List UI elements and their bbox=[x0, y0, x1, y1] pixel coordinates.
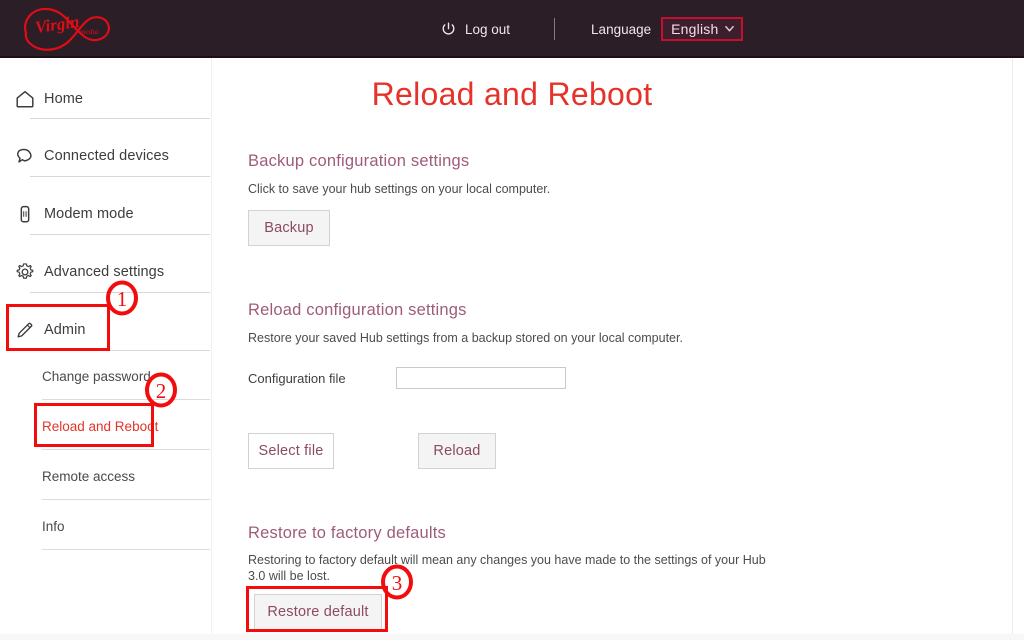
logout-label: Log out bbox=[465, 21, 511, 37]
page-bottom-edge bbox=[0, 634, 1024, 640]
section-text-backup: Click to save your hub settings on your … bbox=[248, 182, 551, 196]
language-select[interactable]: English bbox=[661, 17, 744, 41]
page-title: Reload and Reboot bbox=[371, 76, 653, 112]
backup-button[interactable]: Backup bbox=[248, 210, 330, 246]
sidebar-subitem-label: Info bbox=[42, 518, 65, 534]
gear-icon bbox=[12, 259, 38, 285]
sidebar-divider bbox=[30, 292, 210, 293]
sidebar-item-advanced-settings[interactable]: Advanced settings bbox=[12, 245, 210, 298]
section-heading-factory-defaults: Restore to factory defaults bbox=[248, 524, 446, 542]
sidebar-subitem-label: Change password bbox=[42, 368, 151, 384]
language-selected-value: English bbox=[671, 21, 719, 37]
page-right-edge bbox=[1012, 58, 1013, 640]
select-file-button[interactable]: Select file bbox=[248, 433, 334, 469]
section-heading-reload: Reload configuration settings bbox=[248, 301, 467, 319]
logout-button[interactable]: Log out bbox=[440, 21, 510, 38]
sidebar-subitem-info[interactable]: Info bbox=[42, 506, 210, 546]
modem-icon bbox=[12, 201, 38, 227]
pencil-icon bbox=[12, 317, 38, 343]
sidebar-item-label: Advanced settings bbox=[44, 263, 165, 280]
sidebar-divider bbox=[42, 499, 210, 500]
router-admin-page: Virgin media Log out Language English Ho… bbox=[0, 0, 1024, 640]
svg-text:Virgin: Virgin bbox=[34, 12, 81, 37]
sidebar-item-label: Connected devices bbox=[44, 147, 170, 164]
sidebar-item-label: Modem mode bbox=[44, 205, 134, 222]
header-divider bbox=[554, 18, 556, 40]
sidebar-subitem-label: Remote access bbox=[42, 468, 136, 484]
language-label: Language bbox=[591, 21, 652, 37]
connected-devices-icon bbox=[12, 143, 38, 169]
reload-button[interactable]: Reload bbox=[418, 433, 496, 469]
sidebar-item-label: Admin bbox=[44, 321, 86, 338]
sidebar-subitem-reload-and-reboot[interactable]: Reload and Reboot bbox=[42, 406, 210, 446]
sidebar-item-modem-mode[interactable]: Modem mode bbox=[12, 187, 210, 240]
section-text-reload: Restore your saved Hub settings from a b… bbox=[248, 331, 683, 345]
power-icon bbox=[442, 21, 455, 34]
sidebar-item-admin[interactable]: Admin bbox=[12, 303, 210, 356]
restore-default-button[interactable]: Restore default bbox=[254, 594, 382, 630]
virgin-media-logo[interactable]: Virgin media bbox=[18, 2, 123, 56]
sidebar-divider bbox=[42, 549, 210, 550]
sidebar-divider bbox=[30, 118, 210, 119]
sidebar-subitem-label: Reload and Reboot bbox=[42, 418, 159, 434]
header-controls: Log out Language English bbox=[440, 0, 744, 58]
sidebar-subitem-change-password[interactable]: Change password bbox=[42, 356, 210, 396]
main-content: Reload and Reboot Backup configuration s… bbox=[212, 58, 1024, 640]
virgin-media-logo-icon: Virgin media bbox=[24, 7, 110, 51]
sidebar-item-label: Home bbox=[44, 90, 84, 107]
sidebar-subitem-remote-access[interactable]: Remote access bbox=[42, 456, 210, 496]
sidebar-divider bbox=[42, 399, 210, 400]
top-header: Virgin media Log out Language English bbox=[0, 0, 1024, 58]
sidebar-divider bbox=[30, 176, 210, 177]
sidebar-divider bbox=[30, 234, 210, 235]
svg-text:media: media bbox=[80, 27, 99, 36]
sidebar-nav: Home Connected devices Modem mode Advanc… bbox=[0, 58, 212, 640]
section-text-factory-defaults: Restoring to factory default will mean a… bbox=[248, 553, 766, 583]
home-icon bbox=[12, 86, 38, 112]
sidebar-item-connected-devices[interactable]: Connected devices bbox=[12, 129, 210, 182]
section-heading-backup: Backup configuration settings bbox=[248, 152, 470, 170]
configuration-file-label: Configuration file bbox=[248, 371, 346, 386]
sidebar-divider bbox=[42, 449, 210, 450]
sidebar-divider bbox=[30, 350, 210, 351]
chevron-down-icon bbox=[725, 25, 734, 32]
configuration-file-input[interactable] bbox=[396, 367, 566, 389]
